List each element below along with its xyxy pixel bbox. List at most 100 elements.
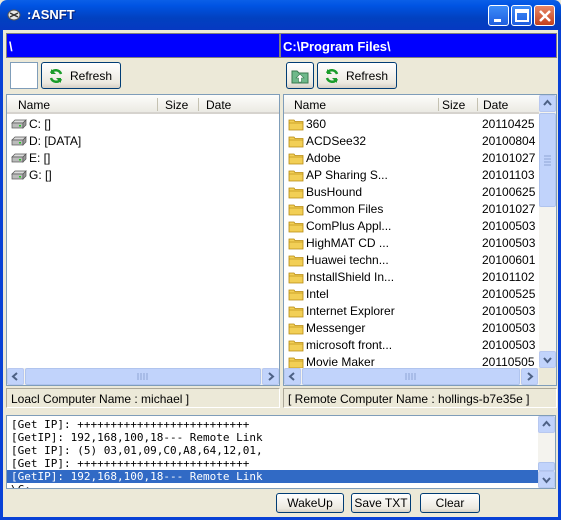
folder-date: 20100503 [482, 219, 536, 233]
up-folder-button[interactable] [286, 62, 314, 89]
remote-folder-row[interactable]: Huawei techn... 20100601 [284, 252, 539, 269]
folder-date: 20110425 [482, 117, 535, 131]
remote-hscroll-thumb[interactable] [302, 368, 520, 385]
log-vertical-scrollbar[interactable] [538, 416, 555, 488]
local-status: Loacl Computer Name : michael ] [6, 388, 280, 408]
folder-icon [288, 221, 304, 233]
remote-toolbar: Refresh [280, 58, 557, 92]
remote-folder-row[interactable]: AP Sharing S... 20101103 [284, 167, 539, 184]
folder-date: 20101103 [482, 168, 535, 182]
scroll-down-icon[interactable] [539, 351, 556, 368]
folder-date: 20100503 [482, 304, 536, 318]
scroll-right-icon[interactable] [262, 368, 279, 385]
folder-date: 20101102 [482, 270, 535, 284]
remote-vscroll-thumb[interactable] [539, 113, 556, 207]
remote-folder-row[interactable]: Adobe 20101027 [284, 150, 539, 167]
scroll-right-icon[interactable] [521, 368, 538, 385]
remote-refresh-button[interactable]: Refresh [317, 62, 397, 89]
folder-name: 360 [306, 117, 327, 131]
log-line[interactable]: [Get IP]: ++++++++++++++++++++++++++ [11, 457, 249, 470]
remote-folder-row[interactable]: Internet Explorer 20100503 [284, 303, 539, 320]
folder-icon [288, 136, 304, 148]
drive-name: C: [] [29, 117, 52, 131]
folder-name: Messenger [306, 321, 366, 335]
folder-name: Common Files [306, 202, 384, 216]
maximize-button[interactable] [511, 5, 532, 26]
save-txt-button[interactable]: Save TXT [351, 493, 411, 513]
local-file-list[interactable]: Name Size Date C: [] D: [DATA] E: [] G: [] [6, 94, 280, 386]
scroll-down-icon[interactable] [538, 471, 555, 488]
folder-icon [288, 187, 304, 199]
local-col-name[interactable]: Name [18, 98, 50, 112]
local-drive-row[interactable]: E: [] [7, 150, 279, 167]
scroll-left-icon[interactable] [7, 368, 24, 385]
folder-icon [288, 255, 304, 267]
remote-folder-row[interactable]: microsoft front... 20100503 [284, 337, 539, 354]
scroll-corner [539, 368, 556, 385]
log-vscroll-thumb[interactable] [538, 462, 555, 471]
log-line[interactable]: [GetIP]: 192,168,100,18--- Remote Link [11, 431, 263, 444]
log-line[interactable]: [Get IP]: ++++++++++++++++++++++++++ [11, 418, 249, 431]
folder-name: ComPlus Appl... [306, 219, 392, 233]
local-drive-row[interactable]: C: [] [7, 116, 279, 133]
folder-name: HighMAT CD ... [306, 236, 389, 250]
remote-col-name[interactable]: Name [294, 98, 326, 112]
remote-folder-row[interactable]: 360 20110425 [284, 116, 539, 133]
folder-date: 20100503 [482, 321, 536, 335]
local-toolbar: Refresh [6, 58, 280, 92]
log-line[interactable]: [Get IP]: (5) 03,01,09,C0,A8,64,12,01, [11, 444, 263, 457]
local-col-date[interactable]: Date [206, 98, 231, 112]
scroll-up-icon[interactable] [539, 95, 556, 112]
remote-horizontal-scrollbar[interactable] [284, 368, 539, 385]
remote-folder-row[interactable]: Messenger 20100503 [284, 320, 539, 337]
scroll-up-icon[interactable] [538, 416, 555, 433]
remote-col-size[interactable]: Size [442, 98, 465, 112]
remote-folder-row[interactable]: Common Files 20101027 [284, 201, 539, 218]
remote-folder-row[interactable]: HighMAT CD ... 20100503 [284, 235, 539, 252]
up-folder-icon [291, 70, 309, 84]
local-list-header: Name Size Date [7, 95, 279, 114]
title-bar[interactable]: :ASNFT [0, 0, 561, 30]
folder-name: Adobe [306, 151, 341, 165]
local-drive-row[interactable]: D: [DATA] [7, 133, 279, 150]
folder-icon [288, 170, 304, 182]
log-line[interactable]: \C: [11, 483, 31, 488]
drive-icon [11, 136, 27, 146]
window-body: \ Refresh Name Size Date C: [] D: [DATA] E… [0, 30, 561, 520]
minimize-button[interactable] [488, 5, 509, 26]
drive-name: D: [DATA] [29, 134, 82, 148]
local-refresh-button[interactable]: Refresh [41, 62, 121, 89]
remote-folder-row[interactable]: ACDSee32 20100804 [284, 133, 539, 150]
local-hscroll-thumb[interactable] [25, 368, 261, 385]
remote-folder-row[interactable]: ComPlus Appl... 20100503 [284, 218, 539, 235]
minimize-icon [494, 19, 501, 22]
close-button[interactable] [534, 5, 555, 26]
folder-icon [288, 340, 304, 352]
folder-name: Intel [306, 287, 329, 301]
local-drive-row[interactable]: G: [] [7, 167, 279, 184]
folder-name: Huawei techn... [306, 253, 389, 267]
folder-icon [288, 272, 304, 284]
remote-file-list[interactable]: Name Size Date 360 20110425 ACDSee32 201008… [283, 94, 557, 386]
scroll-left-icon[interactable] [284, 368, 301, 385]
wakeup-button[interactable]: WakeUp [276, 493, 344, 513]
remote-path-bar: C:\Program Files\ [280, 33, 557, 58]
log-box[interactable]: [Get IP]: ++++++++++++++++++++++++++ [Get… [6, 415, 556, 489]
remote-col-date[interactable]: Date [483, 98, 508, 112]
drive-icon [11, 119, 27, 129]
remote-folder-row[interactable]: InstallShield In... 20101102 [284, 269, 539, 286]
log-line-selected[interactable]: [GetIP]: 192,168,100,18--- Remote Link [7, 470, 538, 483]
folder-date: 20100503 [482, 236, 536, 250]
window-title: :ASNFT [27, 7, 75, 22]
clear-button[interactable]: Clear [420, 493, 480, 513]
remote-vertical-scrollbar[interactable] [539, 95, 556, 368]
local-horizontal-scrollbar[interactable] [7, 368, 279, 385]
remote-folder-row[interactable]: Intel 20100525 [284, 286, 539, 303]
remote-folder-row[interactable]: BusHound 20100625 [284, 184, 539, 201]
drive-name: E: [] [29, 151, 51, 165]
local-col-size[interactable]: Size [165, 98, 188, 112]
folder-date: 20100525 [482, 287, 536, 301]
folder-date: 20100625 [482, 185, 536, 199]
maximize-icon [515, 9, 529, 22]
remote-refresh-label: Refresh [346, 69, 389, 83]
